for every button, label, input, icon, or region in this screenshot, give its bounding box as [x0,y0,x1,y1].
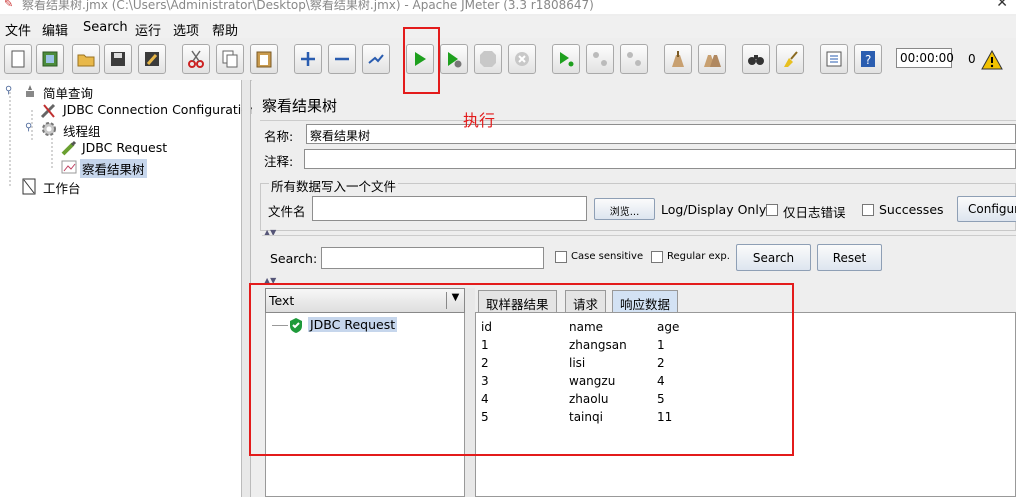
help-icon[interactable]: ? [854,44,882,74]
pipette-icon [61,140,77,156]
errors-only-checkbox[interactable] [766,204,778,216]
name-field[interactable]: 察看结果树 [306,124,1016,144]
menu-search[interactable]: Search [83,20,128,35]
window-title-bar: ✎ 察看结果树.jmx (C:\Users\Administrator\Desk… [0,0,1016,14]
menu-file[interactable]: 文件 [5,20,31,39]
gear-icon [42,122,56,136]
shutdown-icon[interactable] [508,44,536,74]
warning-icon[interactable] [981,50,1003,70]
test-plan-tree: ⚲ 简单查询 JDBC Connection Configuration ⚲ 线… [0,80,257,497]
successes-label: Successes [879,202,944,217]
browse-button[interactable]: 浏览... [594,198,655,220]
templates-icon[interactable] [36,44,64,74]
tree-item-workbench[interactable]: 工作台 [43,178,81,197]
collapse-icon[interactable] [328,44,356,74]
clear-all-icon[interactable] [698,44,726,74]
menu-help[interactable]: 帮助 [212,20,238,39]
copy-icon[interactable] [216,44,244,74]
menu-bar: 文件 编辑 Search 运行 选项 帮助 [0,16,1016,39]
regex-checkbox[interactable] [651,251,663,263]
toggle-icon[interactable] [362,44,390,74]
workbench-icon [22,178,36,195]
filename-label: 文件名 [268,204,306,219]
search-field[interactable] [321,247,544,269]
configure-button[interactable]: Configure [957,196,1016,222]
search-icon[interactable] [742,44,770,74]
divider [262,235,1016,240]
panel-title: 察看结果树 [262,97,338,115]
close-icon[interactable]: ✕ [996,0,1008,11]
regex-label: Regular exp. [667,251,730,262]
expand-icon[interactable] [294,44,322,74]
expand-toggle-icon[interactable]: ⚲ [25,122,32,133]
warning-count: 0 [968,52,976,66]
listener-icon [61,160,77,174]
search-button[interactable]: Search [736,244,811,271]
function-helper-icon[interactable] [820,44,848,74]
open-icon[interactable] [72,44,100,74]
name-label: 名称: [264,129,294,144]
menu-run[interactable]: 运行 [135,20,161,39]
svg-text:?: ? [865,53,871,67]
menu-options[interactable]: 选项 [173,20,199,39]
filename-field[interactable] [312,196,587,221]
stop-icon[interactable] [474,44,502,74]
clear-icon[interactable] [664,44,692,74]
case-sensitive-checkbox[interactable] [555,251,567,263]
remote-start-icon[interactable] [552,44,580,74]
tree-item-test-plan[interactable]: 简单查询 [43,83,93,102]
save-icon[interactable] [104,44,132,74]
file-section-title: 所有数据写入一个文件 [269,176,399,195]
tree-item-thread-group[interactable]: 线程组 [63,121,101,140]
expand-toggle-icon[interactable]: ⚲ [5,85,12,96]
tree-item-jdbc-config[interactable]: JDBC Connection Configuration [63,102,257,117]
successes-checkbox[interactable] [862,204,874,216]
search-label: Search: [270,251,318,266]
test-plan-icon [26,85,34,97]
run-annotation: 执行 [463,111,496,130]
errors-only-label: 仅日志错误 [783,205,846,220]
tree-item-view-results[interactable]: 察看结果树 [80,159,147,178]
menu-edit[interactable]: 编辑 [42,20,68,39]
comment-label: 注释: [264,154,294,169]
run-highlight-box [403,27,440,94]
cut-icon[interactable] [182,44,210,74]
tools-icon [40,103,56,119]
window-title: 察看结果树.jmx (C:\Users\Administrator\Deskto… [22,0,594,12]
toolbar: ? [0,40,1016,81]
elapsed-timer: 00:00:00 [896,48,954,68]
remote-stop-icon[interactable] [586,44,614,74]
tree-item-jdbc-request[interactable]: JDBC Request [82,140,167,155]
comment-field[interactable] [304,149,1016,169]
start-no-pause-icon[interactable] [440,44,468,74]
reset-button[interactable]: Reset [817,244,882,271]
log-display-label: Log/Display Only: [661,202,770,217]
divider [260,120,1016,121]
paste-icon[interactable] [250,44,278,74]
remote-shutdown-icon[interactable] [620,44,648,74]
save-as-icon[interactable] [138,44,166,74]
app-icon: ✎ [4,0,14,10]
case-sensitive-label: Case sensitive [571,251,644,262]
result-highlight-box [249,283,794,456]
reset-search-icon[interactable] [776,44,804,74]
new-icon[interactable] [4,44,32,74]
